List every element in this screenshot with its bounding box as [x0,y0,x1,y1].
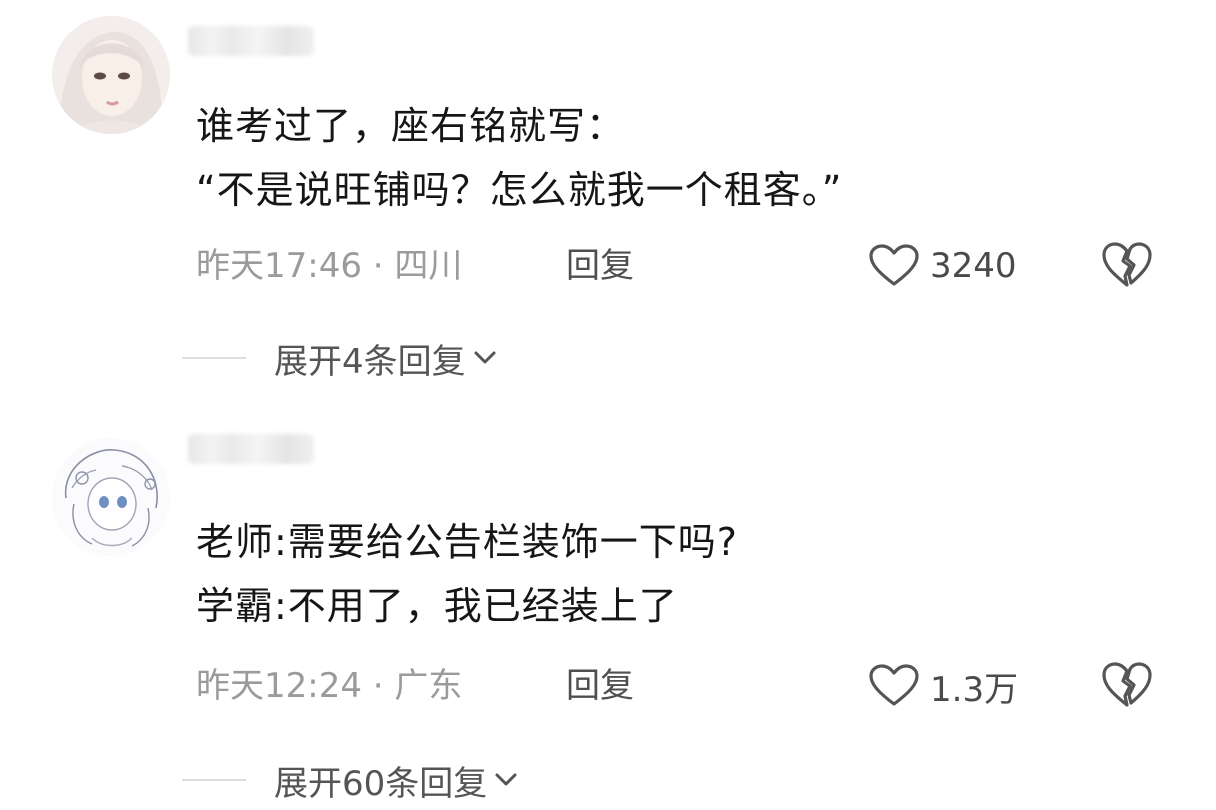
reply-button[interactable]: 回复 [566,246,634,286]
expand-replies-button[interactable]: 展开60条回复 [182,758,521,804]
avatar-image [52,16,170,134]
heart-icon [869,244,919,286]
comment-line: “不是说旺铺吗？怎么就我一个租客。” [196,168,843,212]
avatar-image [52,438,170,556]
meta-separator: · [361,666,395,706]
comment-time: 昨天12:24 [196,666,362,706]
dislike-button[interactable] [1100,661,1154,709]
divider-line [182,357,246,359]
dislike-button[interactable] [1100,241,1154,289]
comment-location: 四川 [394,246,463,286]
username[interactable] [188,26,314,56]
comment-item: 老师:需要给公告栏装饰一下吗? 学霸:不用了，我已经装上了 昨天12:24 · … [0,420,1216,810]
chevron-down-icon [495,773,517,786]
comment-line: 老师:需要给公告栏装饰一下吗? [196,520,738,564]
like-count: 3240 [930,246,1017,286]
comment-meta: 昨天12:24 · 广东 [196,666,462,706]
expand-replies-button[interactable]: 展开4条回复 [182,336,500,382]
heart-icon [869,664,919,706]
expand-replies-label: 展开60条回复 [274,763,488,804]
broken-heart-icon [1102,662,1152,707]
comment-item: 谁考过了，座右铭就写： “不是说旺铺吗？怎么就我一个租客。” 昨天17:46 ·… [0,0,1216,405]
divider-line [182,779,246,781]
like-count: 1.3万 [930,669,1019,710]
chevron-down-icon [474,351,496,364]
like-button[interactable]: 1.3万 [868,664,1019,710]
expand-replies-label: 展开4条回复 [274,341,466,382]
avatar[interactable] [52,438,170,556]
like-button[interactable]: 3240 [868,244,1017,288]
avatar[interactable] [52,16,170,134]
comment-meta: 昨天17:46 · 四川 [196,246,462,286]
broken-heart-icon [1102,242,1152,287]
comment-time: 昨天17:46 [196,246,362,286]
comment-line: 学霸:不用了，我已经装上了 [196,584,678,628]
comment-location: 广东 [394,666,463,706]
reply-button[interactable]: 回复 [566,666,634,706]
meta-separator: · [361,246,395,286]
username[interactable] [188,434,314,464]
comment-line: 谁考过了，座右铭就写： [196,104,626,148]
comment-text: 老师:需要给公告栏装饰一下吗? 学霸:不用了，我已经装上了 [196,510,738,638]
comment-text: 谁考过了，座右铭就写： “不是说旺铺吗？怎么就我一个租客。” [196,94,842,222]
